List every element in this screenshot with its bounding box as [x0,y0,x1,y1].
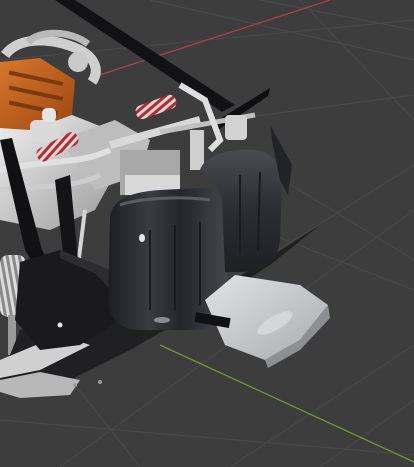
viewport-canvas[interactable] [0,0,414,467]
spring-red-upper [135,94,177,120]
3d-viewport[interactable] [0,0,414,467]
bolt-2 [98,380,102,384]
bolt [73,383,77,387]
bolt-highlight [57,322,63,328]
